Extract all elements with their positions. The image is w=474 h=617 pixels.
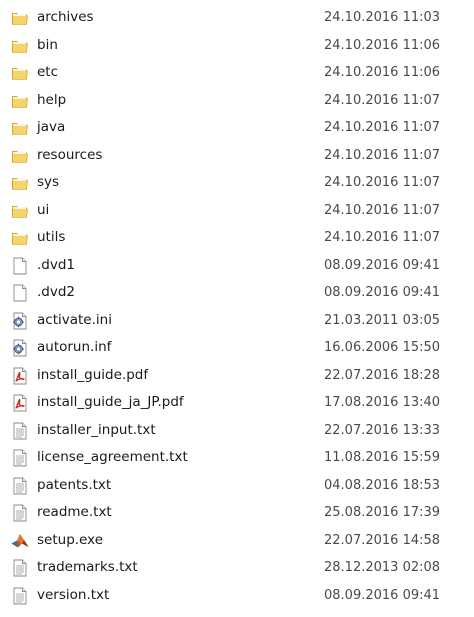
folder-icon [10,228,30,248]
file-row[interactable]: .dvd1 08.09.2016 09:41 [0,252,474,280]
file-name: .dvd1 [37,256,76,273]
file-name: utils [37,229,66,245]
file-name: license_agreement.txt [37,449,188,465]
file-name: sys [37,174,60,190]
file-name: setup.exe [37,531,103,548]
matlab-app-icon [10,531,30,551]
pdf-file-icon [10,393,30,413]
blank-file-icon [10,283,30,303]
file-date-modified: 24.10.2016 11:07 [324,92,441,108]
file-name: .dvd2 [37,284,76,300]
text-file-icon [10,421,30,441]
file-date-modified: 28.12.2013 02:08 [324,560,441,575]
file-row[interactable]: patents.txt 04.08.2016 18:53 [0,472,474,500]
file-row[interactable]: installer_input.txt 22.07.2016 13:33 [0,417,474,445]
folder-icon [10,173,30,193]
file-row[interactable]: bin 24.10.2016 11:06 [0,32,474,60]
file-name: etc [37,64,59,80]
file-date-modified: 22.07.2016 18:28 [324,367,441,383]
file-name: install_guide_ja_JP.pdf [37,394,184,410]
text-file-icon [10,503,30,523]
file-name: archives [37,9,94,25]
folder-icon [10,118,30,138]
file-date-modified: 16.06.2006 15:50 [324,340,441,355]
file-row[interactable]: trademarks.txt 28.12.2013 02:08 [0,554,474,582]
file-name: installer_input.txt [37,421,156,438]
file-date-modified: 22.07.2016 14:58 [324,532,441,548]
file-name: autorun.inf [37,339,112,355]
file-row[interactable]: resources 24.10.2016 11:07 [0,142,474,170]
file-date-modified: 24.10.2016 11:06 [324,65,441,80]
file-row[interactable]: utils 24.10.2016 11:07 [0,224,474,252]
file-name: readme.txt [37,504,112,520]
file-date-modified: 24.10.2016 11:07 [324,147,441,163]
file-row[interactable]: readme.txt 25.08.2016 17:39 [0,499,474,527]
folder-icon [10,201,30,221]
file-date-modified: 21.03.2011 03:05 [324,312,441,328]
file-row[interactable]: etc 24.10.2016 11:06 [0,59,474,87]
file-date-modified: 08.09.2016 09:41 [324,587,441,603]
file-date-modified: 24.10.2016 11:06 [324,37,441,53]
settings-file-icon [10,338,30,358]
folder-icon [10,63,30,83]
file-date-modified: 08.09.2016 09:41 [324,285,441,300]
file-date-modified: 08.09.2016 09:41 [324,257,441,273]
folder-icon [10,36,30,56]
text-file-icon [10,448,30,468]
pdf-file-icon [10,366,30,386]
text-file-icon [10,558,30,578]
file-row[interactable]: .dvd2 08.09.2016 09:41 [0,279,474,307]
file-name: activate.ini [37,311,112,328]
file-name: version.txt [37,586,110,603]
file-row[interactable]: sys 24.10.2016 11:07 [0,169,474,197]
text-file-icon [10,586,30,606]
file-date-modified: 24.10.2016 11:07 [324,120,441,135]
file-name: java [37,119,66,135]
file-name: bin [37,36,58,53]
file-name: trademarks.txt [37,559,138,575]
file-row[interactable]: license_agreement.txt 11.08.2016 15:59 [0,444,474,472]
file-date-modified: 24.10.2016 11:07 [324,175,441,190]
file-row[interactable]: autorun.inf 16.06.2006 15:50 [0,334,474,362]
file-row[interactable]: install_guide.pdf 22.07.2016 18:28 [0,362,474,390]
file-list: archives 24.10.2016 11:03 bin 24.10.2016 1… [0,0,474,617]
file-date-modified: 11.08.2016 15:59 [324,450,441,465]
file-date-modified: 04.08.2016 18:53 [324,477,441,493]
file-date-modified: 24.10.2016 11:07 [324,230,441,245]
file-row[interactable]: install_guide_ja_JP.pdf 17.08.2016 13:40 [0,389,474,417]
file-row[interactable]: activate.ini 21.03.2011 03:05 [0,307,474,335]
file-row[interactable]: version.txt 08.09.2016 09:41 [0,582,474,610]
file-date-modified: 24.10.2016 11:07 [324,202,441,218]
file-name: install_guide.pdf [37,366,149,383]
settings-file-icon [10,311,30,331]
file-name: resources [37,146,103,163]
text-file-icon [10,476,30,496]
file-name: help [37,91,67,108]
blank-file-icon [10,256,30,276]
folder-icon [10,91,30,111]
file-row[interactable]: java 24.10.2016 11:07 [0,114,474,142]
file-date-modified: 24.10.2016 11:03 [324,10,441,25]
file-row[interactable]: setup.exe 22.07.2016 14:58 [0,527,474,555]
file-name: ui [37,201,50,218]
folder-icon [10,146,30,166]
file-row[interactable]: archives 24.10.2016 11:03 [0,4,474,32]
folder-icon [10,8,30,28]
file-row[interactable]: ui 24.10.2016 11:07 [0,197,474,225]
file-date-modified: 22.07.2016 13:33 [324,422,441,438]
file-name: patents.txt [37,476,112,493]
file-date-modified: 17.08.2016 13:40 [324,395,441,410]
file-row[interactable]: help 24.10.2016 11:07 [0,87,474,115]
file-date-modified: 25.08.2016 17:39 [324,505,441,520]
